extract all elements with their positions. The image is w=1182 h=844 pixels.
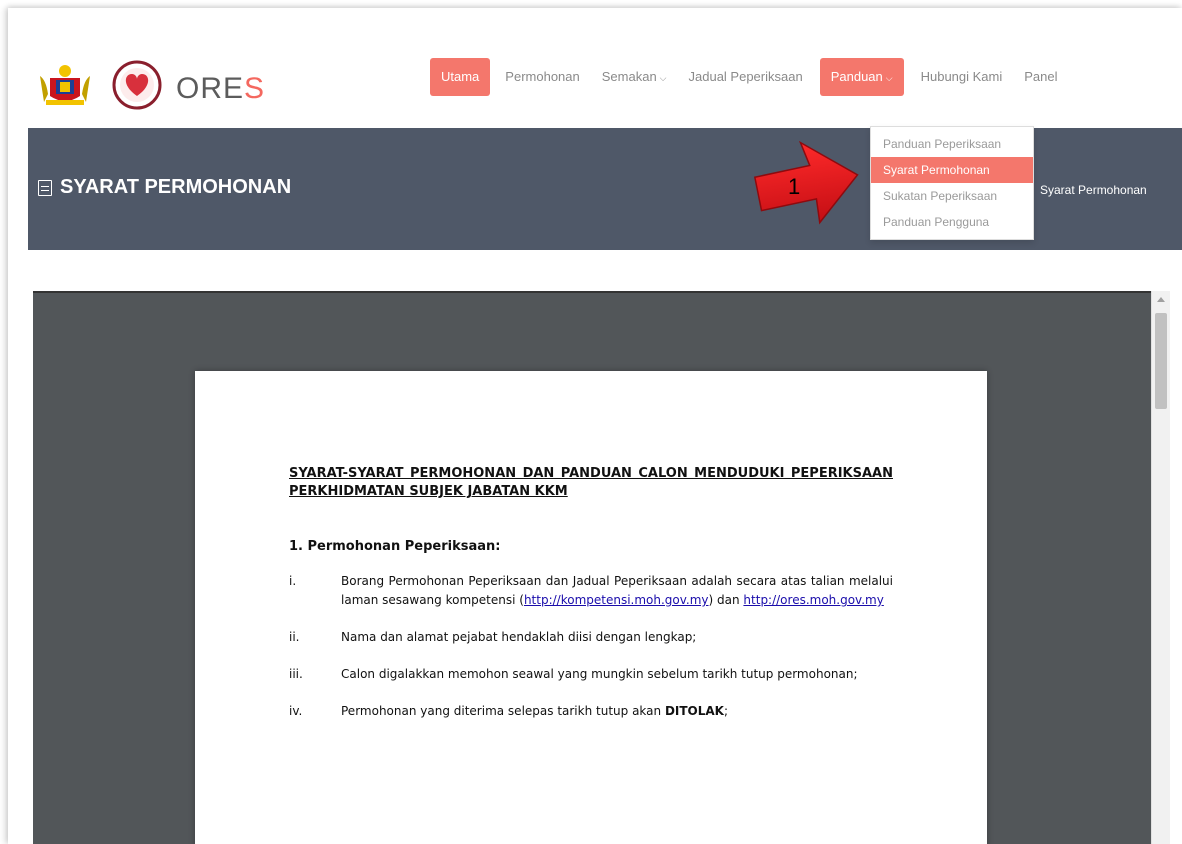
annotation-arrow: 1 [753,140,859,225]
chevron-down-icon: ⌵ [659,73,667,83]
nav-permohonan[interactable]: Permohonan [494,58,590,96]
nav-panel[interactable]: Panel [1013,58,1068,96]
item-number: ii. [289,630,300,644]
pdf-scrollbar[interactable] [1151,291,1170,844]
page-title-text: SYARAT PERMOHONAN [60,176,292,198]
nav-permohonan-label: Permohonan [505,69,580,84]
nav-hubungi-label: Hubungi Kami [920,69,1003,84]
item-text: Borang Permohonan Peperiksaan dan Jadual… [341,572,893,610]
kompetensi-link[interactable]: http://kompetensi.moh.gov.my [524,593,709,607]
section-heading: 1. Permohonan Peperiksaan: [289,539,501,554]
nav-jadual-label: Jadual Peperiksaan [688,69,803,84]
nav-utama-label: Utama [441,69,480,84]
dropdown-item-syarat-permohonan[interactable]: Syarat Permohonan [871,157,1033,183]
browser-frame: ORES Utama Permohonan Semakan ⌵ Jadual Pe… [8,8,1182,844]
nav-jadual-peperiksaan[interactable]: Jadual Peperiksaan [678,58,814,96]
item-text: Permohonan yang diterima selepas tarikh … [341,702,893,721]
scroll-thumb[interactable] [1155,313,1167,409]
document-content: SYARAT-SYARAT PERMOHONAN DAN PANDUAN CAL… [289,465,893,739]
requirements-list: i. Borang Permohonan Peperiksaan dan Jad… [289,572,893,721]
nav-semakan-label: Semakan [601,69,657,84]
item-number: i. [289,574,297,588]
nav-utama[interactable]: Utama [430,58,491,96]
item-text: Calon digalakkan memohon seawal yang mun… [341,667,858,681]
item-text: Nama dan alamat pejabat hendaklah diisi … [341,630,697,644]
item-number: iii. [289,667,303,681]
item-number: iv. [289,704,303,718]
main-nav: Utama Permohonan Semakan ⌵ Jadual Peperik… [430,58,1069,96]
scroll-up-icon[interactable] [1157,297,1165,302]
chevron-down-icon: ⌵ [885,73,893,83]
document-title: SYARAT-SYARAT PERMOHONAN DAN PANDUAN CAL… [289,466,893,499]
list-item: ii. Nama dan alamat pejabat hendaklah di… [289,628,893,647]
pdf-page: SYARAT-SYARAT PERMOHONAN DAN PANDUAN CAL… [195,371,987,844]
document-icon [38,179,52,196]
logos [36,60,162,110]
annotation-number: 1 [788,174,800,199]
list-item: iii. Calon digalakkan memohon seawal yan… [289,665,893,684]
heart-logo [112,60,162,110]
dropdown-item-panduan-pengguna[interactable]: Panduan Pengguna [871,209,1033,235]
nav-hubungi-kami[interactable]: Hubungi Kami [910,58,1014,96]
nav-panduan-label: Panduan [830,69,883,84]
nav-semakan[interactable]: Semakan ⌵ [591,58,678,96]
item-text-b: ) dan [708,593,744,607]
page-title: SYARAT PERMOHONAN [38,176,291,199]
breadcrumb[interactable]: Syarat Permohonan [1040,183,1147,197]
list-item: i. Borang Permohonan Peperiksaan dan Jad… [289,572,893,610]
ores-link[interactable]: http://ores.moh.gov.my [743,593,883,607]
item-text-a: Permohonan yang diterima selepas tarikh … [341,704,665,718]
brand-accent: S [244,72,266,105]
panduan-dropdown-menu: Panduan Peperiksaan Syarat Permohonan Su… [870,126,1034,240]
dropdown-item-sukatan-peperiksaan[interactable]: Sukatan Peperiksaan [871,183,1033,209]
top-header: ORES Utama Permohonan Semakan ⌵ Jadual Pe… [8,8,1182,128]
nav-panduan[interactable]: Panduan ⌵ [819,58,904,96]
list-item: iv. Permohonan yang diterima selepas tar… [289,702,893,721]
item-bold: DITOLAK [664,704,724,718]
dropdown-item-panduan-peperiksaan[interactable]: Panduan Peperiksaan [871,131,1033,157]
coat-of-arms-logo [40,65,90,105]
nav-panel-label: Panel [1024,69,1058,84]
brand-name[interactable]: ORES [176,72,265,106]
item-text-b: ; [723,704,729,718]
brand-main: ORE [176,72,245,105]
